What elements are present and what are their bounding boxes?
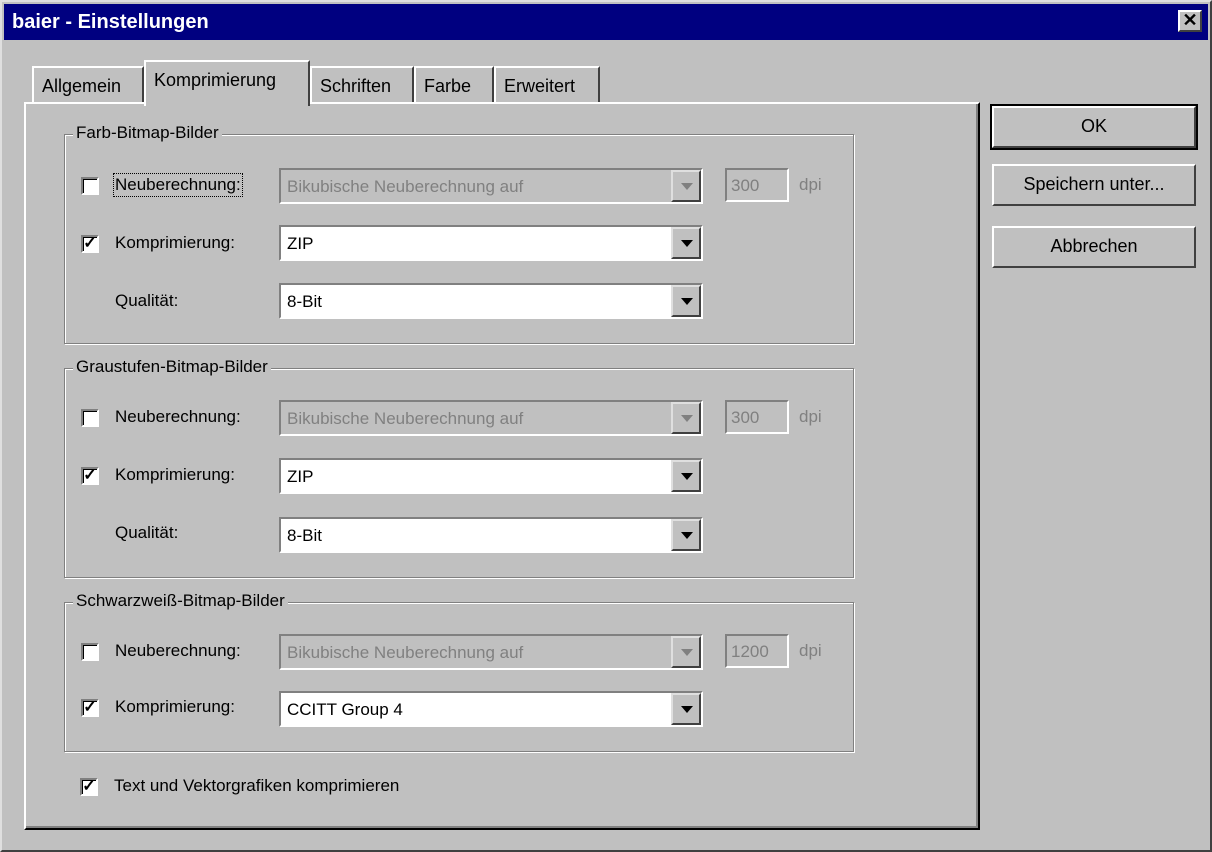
tab-allgemein[interactable]: Allgemein	[32, 66, 144, 104]
tab-schriften[interactable]: Schriften	[310, 66, 414, 104]
compression-label: Komprimierung:	[115, 697, 235, 716]
group-title: Graustufen-Bitmap-Bilder	[73, 357, 271, 377]
dpi-label: dpi	[799, 641, 822, 660]
compression-select[interactable]: CCITT Group 4	[279, 691, 703, 727]
resample-checkbox[interactable]	[81, 643, 99, 661]
quality-select[interactable]: 8-Bit	[279, 517, 703, 553]
close-button[interactable]: ✕	[1178, 10, 1202, 32]
resample-label: Neuberechnung:	[115, 641, 241, 660]
tab-erweitert[interactable]: Erweitert	[494, 66, 600, 104]
dialog-window: baier - Einstellungen ✕ Allgemein Kompri…	[0, 0, 1212, 852]
resample-method-select[interactable]: Bikubische Neuberechnung auf	[279, 400, 703, 436]
compression-label: Komprimierung:	[115, 465, 235, 484]
tab-komprimierung[interactable]: Komprimierung	[144, 60, 310, 106]
check-icon: ✓	[82, 778, 96, 795]
compression-label: Komprimierung:	[115, 233, 235, 252]
tab-panel: Farb-Bitmap-Bilder Neuberechnung: Bikubi…	[24, 102, 980, 830]
compression-select[interactable]: ZIP	[279, 458, 703, 494]
resolution-input[interactable]: 1200	[725, 634, 789, 668]
resolution-input[interactable]: 300	[725, 168, 789, 202]
chevron-down-icon	[671, 460, 701, 492]
check-icon: ✓	[83, 235, 97, 252]
chevron-down-icon	[671, 519, 701, 551]
compression-checkbox[interactable]: ✓	[81, 699, 99, 717]
resample-method-select[interactable]: Bikubische Neuberechnung auf	[279, 634, 703, 670]
check-icon: ✓	[83, 467, 97, 484]
resample-checkbox[interactable]	[81, 409, 99, 427]
check-icon: ✓	[83, 699, 97, 716]
window-title: baier - Einstellungen	[12, 11, 209, 33]
chevron-down-icon	[671, 170, 701, 202]
chevron-down-icon	[671, 693, 701, 725]
quality-label: Qualität:	[115, 523, 179, 542]
chevron-down-icon	[671, 285, 701, 317]
resample-label: Neuberechnung:	[113, 173, 243, 197]
group-title: Schwarzweiß-Bitmap-Bilder	[73, 591, 288, 611]
text-vector-label: Text und Vektorgrafiken komprimieren	[114, 776, 400, 795]
dpi-label: dpi	[799, 407, 822, 426]
chevron-down-icon	[671, 636, 701, 668]
dpi-label: dpi	[799, 175, 822, 194]
resolution-input[interactable]: 300	[725, 400, 789, 434]
quality-label: Qualität:	[115, 291, 179, 310]
color-bitmap-group: Farb-Bitmap-Bilder Neuberechnung: Bikubi…	[64, 123, 854, 344]
compression-checkbox[interactable]: ✓	[81, 235, 99, 253]
chevron-down-icon	[671, 402, 701, 434]
grayscale-bitmap-group: Graustufen-Bitmap-Bilder Neuberechnung: …	[64, 357, 854, 578]
resample-checkbox[interactable]	[81, 177, 99, 195]
compression-select[interactable]: ZIP	[279, 225, 703, 261]
title-bar[interactable]: baier - Einstellungen ✕	[4, 4, 1208, 40]
group-title: Farb-Bitmap-Bilder	[73, 123, 222, 143]
text-vector-checkbox[interactable]: ✓	[80, 778, 98, 796]
cancel-button[interactable]: Abbrechen	[992, 226, 1196, 268]
ok-button[interactable]: OK	[990, 104, 1198, 150]
quality-select[interactable]: 8-Bit	[279, 283, 703, 319]
close-icon: ✕	[1182, 10, 1198, 30]
compression-checkbox[interactable]: ✓	[81, 467, 99, 485]
tab-farbe[interactable]: Farbe	[414, 66, 494, 104]
save-as-button[interactable]: Speichern unter...	[992, 164, 1196, 206]
monochrome-bitmap-group: Schwarzweiß-Bitmap-Bilder Neuberechnung:…	[64, 591, 854, 752]
resample-label: Neuberechnung:	[115, 407, 241, 426]
chevron-down-icon	[671, 227, 701, 259]
resample-method-select[interactable]: Bikubische Neuberechnung auf	[279, 168, 703, 204]
